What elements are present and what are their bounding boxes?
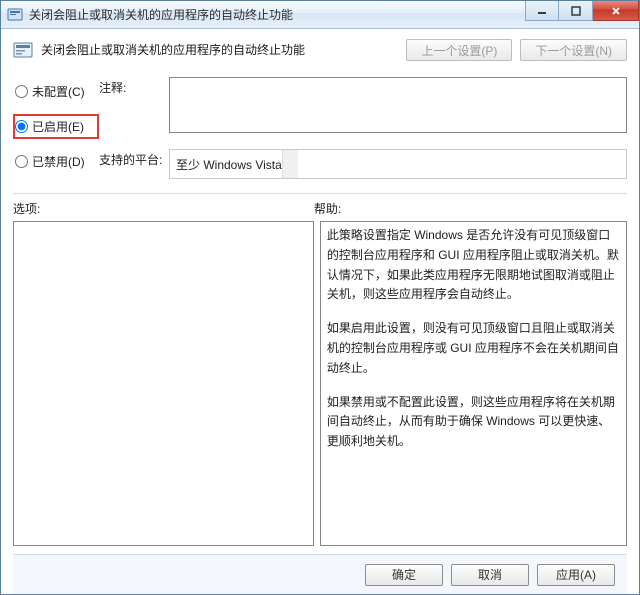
footer: 确定 取消 应用(A) xyxy=(13,554,627,594)
radio-disabled-input[interactable] xyxy=(15,155,28,168)
policy-icon xyxy=(13,40,33,60)
pane-labels: 选项: 帮助: xyxy=(13,200,627,217)
radio-enabled[interactable]: 已启用(E) xyxy=(13,114,99,139)
comment-label: 注释: xyxy=(99,77,169,133)
help-label: 帮助: xyxy=(314,200,341,217)
policy-title: 关闭会阻止或取消关机的应用程序的自动终止功能 xyxy=(41,39,396,58)
platform-scrollbar[interactable] xyxy=(282,150,298,178)
help-paragraph: 如果禁用或不配置此设置，则这些应用程序将在关机期间自动终止，从而有助于确保 Wi… xyxy=(327,393,620,452)
close-button[interactable] xyxy=(593,1,639,21)
prev-setting-button[interactable]: 上一个设置(P) xyxy=(406,39,512,61)
minimize-button[interactable] xyxy=(525,1,559,21)
config-row: 未配置(C) 已启用(E) 已禁用(D) 注释: 支持的平台: xyxy=(13,77,627,179)
apply-button[interactable]: 应用(A) xyxy=(537,564,615,586)
platform-label: 支持的平台: xyxy=(99,149,169,179)
comment-input[interactable] xyxy=(169,77,627,133)
help-paragraph: 此策略设置指定 Windows 是否允许没有可见顶级窗口的控制台应用程序和 GU… xyxy=(327,226,620,305)
app-icon xyxy=(7,7,23,23)
ok-button[interactable]: 确定 xyxy=(365,564,443,586)
radio-not-configured-label: 未配置(C) xyxy=(32,83,85,100)
state-radio-group: 未配置(C) 已启用(E) 已禁用(D) xyxy=(13,77,99,174)
maximize-button[interactable] xyxy=(559,1,593,21)
window: 关闭会阻止或取消关机的应用程序的自动终止功能 关闭会 xyxy=(0,0,640,595)
content-area: 关闭会阻止或取消关机的应用程序的自动终止功能 上一个设置(P) 下一个设置(N)… xyxy=(1,29,639,594)
platform-value: 至少 Windows Vista xyxy=(176,156,282,173)
radio-disabled[interactable]: 已禁用(D) xyxy=(13,149,99,174)
window-controls xyxy=(525,1,639,28)
help-paragraph: 如果启用此设置，则没有可见顶级窗口且阻止或取消关机的控制台应用程序或 GUI 应… xyxy=(327,319,620,378)
fields-column: 注释: 支持的平台: 至少 Windows Vista xyxy=(99,77,627,179)
cancel-button[interactable]: 取消 xyxy=(451,564,529,586)
titlebar: 关闭会阻止或取消关机的应用程序的自动终止功能 xyxy=(1,1,639,29)
radio-enabled-label: 已启用(E) xyxy=(32,118,84,135)
supported-platform: 至少 Windows Vista xyxy=(169,149,627,179)
options-label: 选项: xyxy=(13,200,314,217)
radio-enabled-input[interactable] xyxy=(15,120,28,133)
divider xyxy=(13,193,627,194)
options-pane xyxy=(13,221,314,546)
panes: 此策略设置指定 Windows 是否允许没有可见顶级窗口的控制台应用程序和 GU… xyxy=(13,221,627,546)
help-pane: 此策略设置指定 Windows 是否允许没有可见顶级窗口的控制台应用程序和 GU… xyxy=(320,221,627,546)
radio-not-configured-input[interactable] xyxy=(15,85,28,98)
next-setting-button[interactable]: 下一个设置(N) xyxy=(520,39,627,61)
header-row: 关闭会阻止或取消关机的应用程序的自动终止功能 上一个设置(P) 下一个设置(N) xyxy=(13,39,627,61)
window-title: 关闭会阻止或取消关机的应用程序的自动终止功能 xyxy=(29,6,525,23)
radio-not-configured[interactable]: 未配置(C) xyxy=(13,79,99,104)
radio-disabled-label: 已禁用(D) xyxy=(32,153,85,170)
